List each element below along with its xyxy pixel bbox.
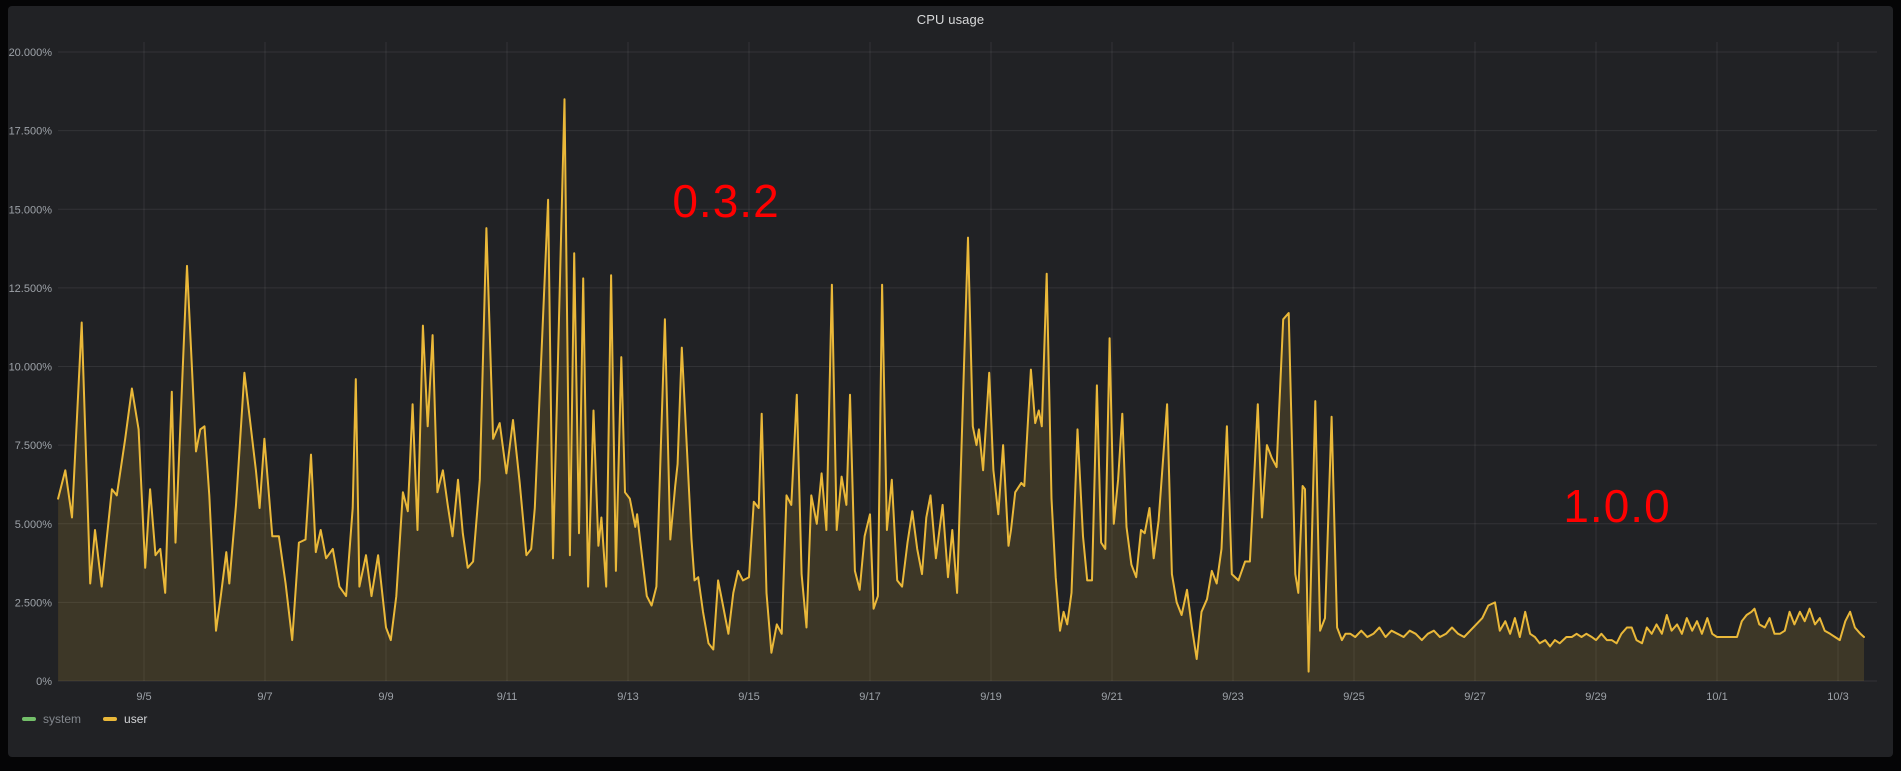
x-axis-tick-label: 9/11 xyxy=(497,691,518,703)
legend-label-system: system xyxy=(43,712,81,726)
x-axis-tick-label: 9/25 xyxy=(1343,691,1364,703)
x-axis-tick-label: 9/13 xyxy=(617,691,638,703)
x-axis-tick-label: 10/1 xyxy=(1706,691,1727,703)
legend-item-user[interactable]: user xyxy=(103,712,147,726)
version-annotation-1-0-0: 1.0.0 xyxy=(1563,479,1670,533)
y-axis-tick-label: 20.000% xyxy=(9,47,53,59)
user-series-color-dash xyxy=(103,717,117,721)
y-axis-tick-label: 10.000% xyxy=(9,362,53,374)
grafana-cpu-usage-panel: CPU usage 0%2.500%5.000%7.500%10.000%12.… xyxy=(0,0,1901,771)
legend-item-system[interactable]: system xyxy=(22,712,81,726)
x-axis-tick-label: 9/7 xyxy=(257,691,272,703)
y-axis-tick-label: 0% xyxy=(36,676,52,688)
version-annotation-0-3-2: 0.3.2 xyxy=(672,174,779,228)
y-axis-tick-label: 7.500% xyxy=(15,440,53,452)
y-axis-tick-label: 17.500% xyxy=(9,126,53,138)
x-axis-tick-label: 9/29 xyxy=(1585,691,1606,703)
cpu-usage-plot[interactable]: 0% 2.500% 5.000% 7.500% 10.000% 12.500% 15.000… xyxy=(0,0,1901,771)
y-axis-tick-label: 12.500% xyxy=(9,283,53,295)
legend-label-user: user xyxy=(124,712,147,726)
x-axis-tick-label: 9/27 xyxy=(1464,691,1485,703)
x-axis-tick-label: 9/9 xyxy=(378,691,393,703)
x-axis-tick-label: 9/23 xyxy=(1222,691,1243,703)
legend: system user xyxy=(22,712,147,726)
y-axis-tick-label: 15.000% xyxy=(9,204,53,216)
user-series-fill xyxy=(58,99,1864,681)
x-axis-tick-label: 9/19 xyxy=(980,691,1001,703)
y-axis-tick-label: 2.500% xyxy=(15,597,53,609)
x-axis-tick-label: 9/17 xyxy=(859,691,880,703)
x-axis-tick-label: 9/21 xyxy=(1101,691,1122,703)
x-axis-tick-label: 9/5 xyxy=(136,691,151,703)
system-series-color-dash xyxy=(22,717,36,721)
x-axis-tick-label: 9/15 xyxy=(738,691,759,703)
y-axis-tick-label: 5.000% xyxy=(15,519,53,531)
x-axis-tick-label: 10/3 xyxy=(1827,691,1848,703)
